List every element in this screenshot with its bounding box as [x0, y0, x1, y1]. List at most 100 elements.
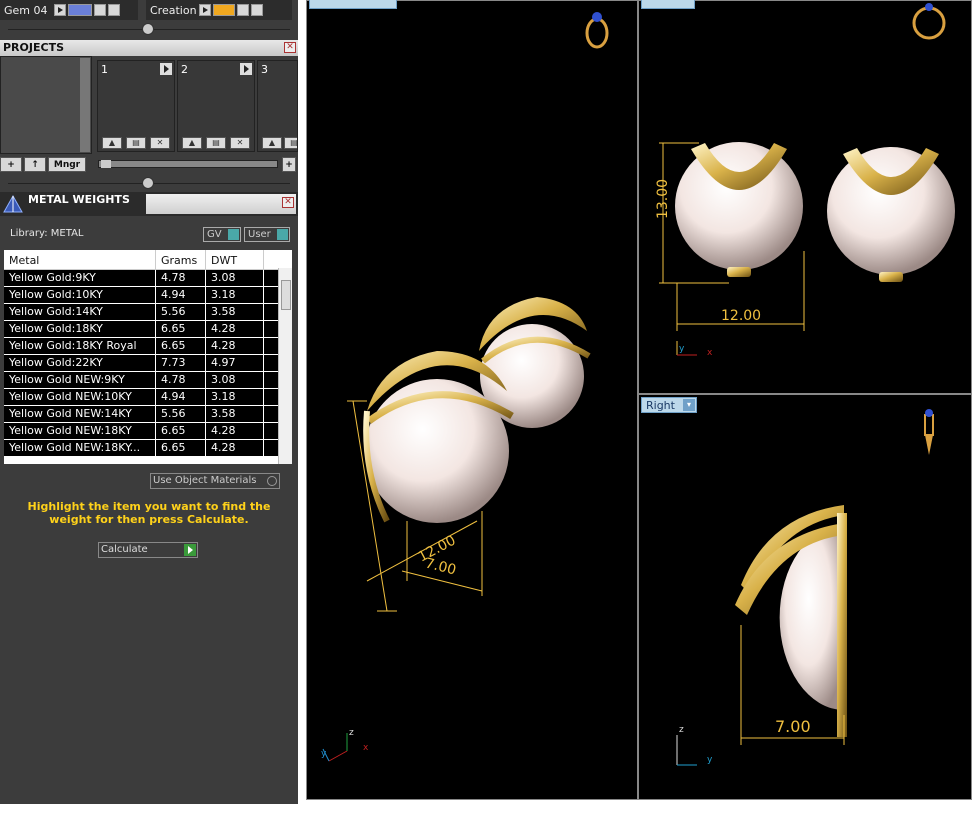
save-icon[interactable]: ▤: [126, 137, 146, 149]
metal-table[interactable]: Metal Grams DWT Yellow Gold:9KY 4.78 3.08 Y…: [4, 250, 292, 464]
column-header-grams[interactable]: Grams: [156, 250, 206, 269]
layer-color-swatch[interactable]: [67, 4, 92, 16]
cell-dwt: 4.28: [206, 338, 264, 354]
cell-metal: Yellow Gold:9KY: [4, 270, 156, 286]
play-icon[interactable]: [198, 4, 211, 16]
project-scrollbar[interactable]: [80, 58, 90, 152]
layer-color-swatch[interactable]: [212, 4, 235, 16]
add-icon[interactable]: +: [0, 157, 22, 172]
project-list[interactable]: [0, 56, 92, 154]
front-viewport[interactable]: 13.00 12.00 y x: [638, 0, 972, 394]
project-slot[interactable]: 2 ▲ ▤ ✕: [177, 60, 255, 152]
up-arrow-icon[interactable]: ▲: [102, 137, 122, 149]
right-viewport[interactable]: Right ▾ 7.00 z y: [638, 394, 972, 800]
column-header-metal[interactable]: Metal: [4, 250, 156, 269]
up-arrow-icon[interactable]: ▲: [182, 137, 202, 149]
cell-grams: 6.65: [156, 423, 206, 439]
visibility-icon[interactable]: [107, 4, 120, 16]
cell-grams: 7.73: [156, 355, 206, 371]
table-row[interactable]: Yellow Gold:10KY 4.94 3.18: [4, 287, 292, 304]
dimension-label: 13.00: [655, 178, 672, 220]
axis-label: y: [321, 749, 327, 759]
up-arrow-icon[interactable]: ▲: [262, 137, 282, 149]
table-row[interactable]: Yellow Gold:18KY Royal 6.65 4.28: [4, 338, 292, 355]
collapse-knob-icon[interactable]: [142, 23, 154, 35]
gv-toggle[interactable]: GV: [203, 227, 241, 242]
table-row[interactable]: Yellow Gold NEW:18KY... 6.65 4.28: [4, 440, 292, 457]
right-render: [676, 409, 934, 766]
cell-grams: 5.56: [156, 406, 206, 422]
perspective-render: [322, 12, 609, 762]
cell-metal: Yellow Gold NEW:10KY: [4, 389, 156, 405]
dimension-label: 7.00: [775, 717, 811, 736]
cell-metal: Yellow Gold NEW:18KY...: [4, 440, 156, 456]
axis-gizmo: [676, 735, 697, 766]
project-slot[interactable]: 1 ▲ ▤ ✕: [97, 60, 175, 152]
lock-icon[interactable]: [93, 4, 106, 16]
cell-metal: Yellow Gold NEW:18KY: [4, 423, 156, 439]
slot-number: 2: [181, 63, 188, 76]
table-header: Metal Grams DWT: [4, 250, 292, 270]
cell-metal: Yellow Gold:18KY Royal: [4, 338, 156, 354]
cell-dwt: 4.97: [206, 355, 264, 371]
table-row[interactable]: Yellow Gold:22KY 7.73 4.97: [4, 355, 292, 372]
perspective-viewport[interactable]: 12.00 7.00 z y x: [306, 0, 638, 800]
user-toggle[interactable]: User: [244, 227, 290, 242]
axis-label: z: [349, 728, 354, 738]
cell-metal: Yellow Gold NEW:14KY: [4, 406, 156, 422]
up-arrow-icon[interactable]: ↑: [24, 157, 46, 172]
add-icon[interactable]: +: [282, 157, 296, 172]
table-row[interactable]: Yellow Gold:14KY 5.56 3.58: [4, 304, 292, 321]
save-icon[interactable]: ▤: [284, 137, 297, 149]
delete-icon[interactable]: ✕: [150, 137, 170, 149]
cell-dwt: 3.18: [206, 389, 264, 405]
axis-label: y: [707, 755, 713, 765]
table-row[interactable]: Yellow Gold NEW:10KY 4.94 3.18: [4, 389, 292, 406]
axis-label: y: [679, 344, 685, 354]
lock-icon[interactable]: [236, 4, 249, 16]
ring-navigator-icon: [585, 12, 609, 49]
metal-weights-header: METAL WEIGHTS ✕: [0, 192, 298, 216]
project-slider[interactable]: [98, 160, 278, 168]
axis-gizmo: [322, 733, 348, 762]
table-scrollbar[interactable]: [278, 268, 292, 464]
play-icon[interactable]: [53, 4, 66, 16]
collapse-divider[interactable]: [0, 176, 298, 190]
project-slot[interactable]: 3 ▲ ▤: [257, 60, 298, 152]
use-object-materials-option[interactable]: Use Object Materials: [150, 473, 280, 489]
table-row[interactable]: Yellow Gold:18KY 6.65 4.28: [4, 321, 292, 338]
axis-label: x: [363, 743, 369, 753]
front-render: [659, 3, 955, 356]
play-icon[interactable]: [160, 63, 172, 75]
table-row[interactable]: Yellow Gold NEW:14KY 5.56 3.58: [4, 406, 292, 423]
manager-button[interactable]: Mngr: [48, 157, 86, 172]
play-icon[interactable]: [184, 544, 196, 556]
layer-row-creation[interactable]: Creation: [146, 0, 292, 20]
layer-row-gem[interactable]: Gem 04: [0, 0, 138, 20]
close-icon[interactable]: ✕: [284, 42, 296, 53]
slot-number: 1: [101, 63, 108, 76]
cell-grams: 4.78: [156, 372, 206, 388]
cell-dwt: 3.08: [206, 270, 264, 286]
close-icon[interactable]: ✕: [282, 197, 294, 208]
collapse-knob-icon[interactable]: [142, 177, 154, 189]
table-row[interactable]: Yellow Gold NEW:9KY 4.78 3.08: [4, 372, 292, 389]
play-icon[interactable]: [240, 63, 252, 75]
cell-metal: Yellow Gold:10KY: [4, 287, 156, 303]
delete-icon[interactable]: ✕: [230, 137, 250, 149]
cell-grams: 6.65: [156, 440, 206, 456]
radio-icon[interactable]: [267, 476, 277, 486]
option-label: Use Object Materials: [153, 475, 257, 486]
cell-grams: 4.94: [156, 287, 206, 303]
cell-metal: Yellow Gold:22KY: [4, 355, 156, 371]
visibility-icon[interactable]: [250, 4, 263, 16]
collapse-divider[interactable]: [0, 22, 298, 36]
cell-grams: 4.78: [156, 270, 206, 286]
calculate-button[interactable]: Calculate: [98, 542, 198, 558]
ring-navigator-icon: [912, 3, 946, 40]
save-icon[interactable]: ▤: [206, 137, 226, 149]
table-row[interactable]: Yellow Gold:9KY 4.78 3.08: [4, 270, 292, 287]
cell-dwt: 4.28: [206, 440, 264, 456]
table-row[interactable]: Yellow Gold NEW:18KY 6.65 4.28: [4, 423, 292, 440]
column-header-dwt[interactable]: DWT: [206, 250, 264, 269]
